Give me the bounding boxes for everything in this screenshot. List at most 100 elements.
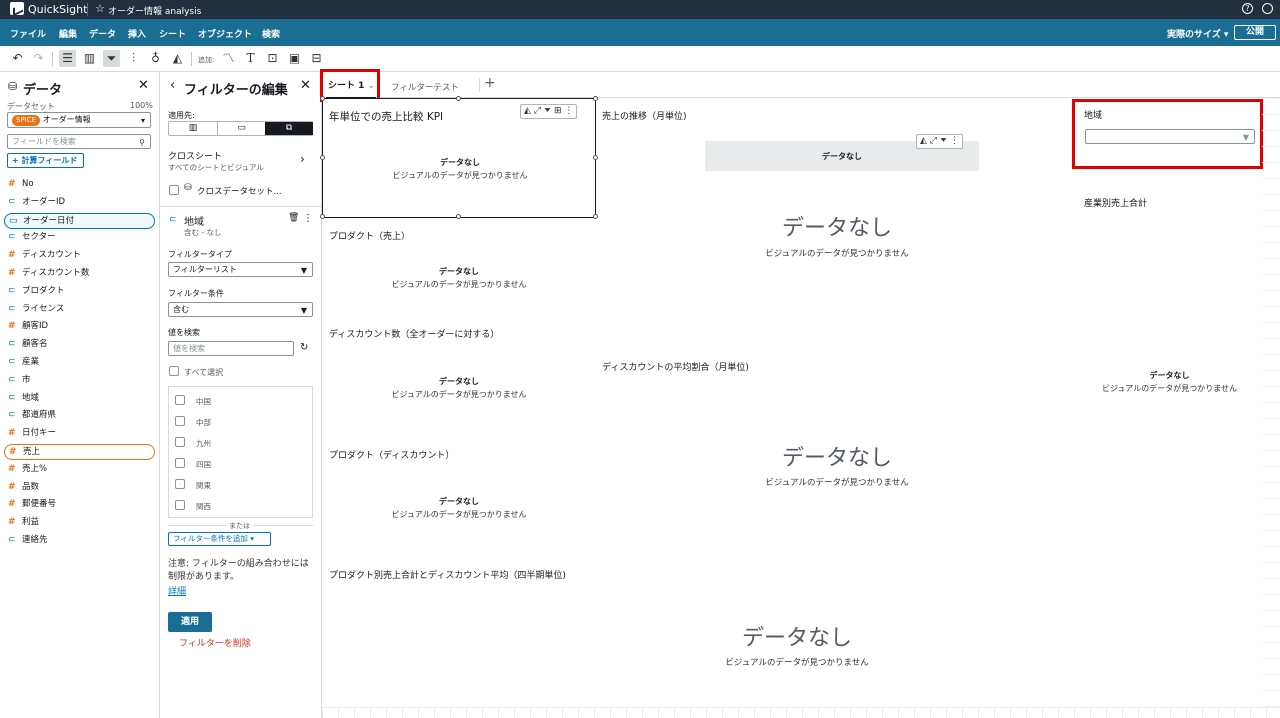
resize-handle[interactable]	[320, 214, 325, 219]
user-icon[interactable]	[1262, 3, 1273, 14]
field-item[interactable]: ⊂ ライセンス	[4, 302, 155, 317]
resize-handle[interactable]	[320, 155, 325, 160]
field-item[interactable]: # 顧客ID	[4, 319, 155, 334]
filter-type-select[interactable]: フィルターリスト ▼	[168, 262, 313, 277]
field-item[interactable]: # No	[4, 177, 155, 192]
condition-select[interactable]: 含む ▼	[168, 302, 313, 317]
field-item[interactable]: # 売上%	[4, 462, 155, 477]
cross-sheet-icon[interactable]: ⧉	[265, 122, 313, 135]
dataset-select[interactable]: SPICE オーダー情報 ▾	[7, 112, 151, 128]
add-visual-icon[interactable]: 〽	[220, 50, 237, 67]
apply-button[interactable]: 適用	[168, 612, 212, 632]
single-visual-icon[interactable]: ▥	[169, 122, 217, 135]
details-link[interactable]: 詳細	[168, 584, 186, 597]
value-checkbox[interactable]	[175, 395, 185, 405]
insights-icon[interactable]: ♁	[147, 50, 164, 67]
value-checkbox[interactable]	[175, 500, 185, 510]
field-item[interactable]: # 利益	[4, 515, 155, 530]
field-item[interactable]: ⊂ プロダクト	[4, 284, 155, 299]
field-item[interactable]: ⊂ 市	[4, 373, 155, 388]
field-item[interactable]: ⊂ 連絡先	[4, 533, 155, 548]
value-checkbox[interactable]	[175, 458, 185, 468]
field-item[interactable]: # 品数	[4, 480, 155, 495]
menu-search[interactable]: 検索	[262, 27, 280, 40]
value-checkbox[interactable]	[175, 479, 185, 489]
filter-value-item[interactable]: 中部	[175, 415, 305, 429]
more-options-icon[interactable]: ⋮	[950, 136, 959, 146]
add-text-icon[interactable]: T	[242, 50, 259, 67]
field-item[interactable]: # 売上	[4, 444, 155, 460]
more-options-icon[interactable]: ⋮	[564, 106, 573, 116]
size-dropdown[interactable]: 実際のサイズ ▾	[1167, 27, 1228, 40]
back-chevron-icon[interactable]: ‹	[170, 78, 175, 93]
calc-field-button[interactable]: + 計算フィールド	[7, 153, 84, 168]
help-icon[interactable]: ?	[1242, 3, 1253, 14]
resize-handle[interactable]	[456, 214, 461, 219]
delete-filter-button[interactable]: フィルターを削除	[179, 636, 251, 649]
add-insight-icon[interactable]: ⊡	[264, 50, 281, 67]
field-item[interactable]: ⊂ 産業	[4, 355, 155, 370]
search-values-input[interactable]: 値を検索	[168, 341, 294, 356]
parameters-icon[interactable]: ⫶	[125, 50, 142, 67]
filter-value-item[interactable]: 中国	[175, 394, 305, 408]
menu-data[interactable]: データ	[89, 27, 116, 40]
menu-edit[interactable]: 編集	[59, 27, 77, 40]
sheet-icon[interactable]: ▭	[217, 122, 265, 135]
trash-icon[interactable]: 🗑	[288, 213, 299, 223]
value-checkbox[interactable]	[175, 416, 185, 426]
add-condition-button[interactable]: フィルター条件を追加 ▾	[168, 532, 271, 546]
add-image-icon[interactable]: ▣	[286, 50, 303, 67]
add-control-icon[interactable]: ⊟	[308, 50, 325, 67]
filter-value-item[interactable]: 九州	[175, 436, 305, 450]
field-item[interactable]: # 郵便番号	[4, 497, 155, 512]
field-item[interactable]: ▭ オーダー日付	[4, 212, 155, 229]
filter-icon[interactable]: ⏷	[103, 50, 120, 67]
value-checkbox[interactable]	[175, 437, 185, 447]
expand-icon[interactable]: ⤢	[930, 136, 937, 146]
resize-handle[interactable]	[593, 155, 598, 160]
field-item[interactable]: ⊂ オーダーID	[4, 195, 155, 210]
menu-insert[interactable]: 挿入	[128, 27, 146, 40]
field-item[interactable]: ⊂ 都道府県	[4, 408, 155, 423]
themes-icon[interactable]: ◭	[169, 50, 186, 67]
field-item[interactable]: # 日付キー	[4, 426, 155, 441]
chart-type-icon[interactable]: ◭	[524, 106, 531, 116]
close-icon[interactable]: ✕	[138, 78, 149, 93]
chevron-right-icon[interactable]: ›	[300, 152, 305, 166]
cross-dataset-checkbox[interactable]	[169, 185, 179, 195]
chart-type-icon[interactable]: ◭	[920, 136, 927, 146]
filter-value-item[interactable]: 四国	[175, 457, 305, 471]
favorite-star-icon[interactable]: ☆	[95, 2, 105, 15]
filter-value-item[interactable]: 関西	[175, 499, 305, 513]
data-panel-icon[interactable]: ☰	[59, 50, 76, 67]
filter-icon[interactable]: ⏷	[940, 136, 947, 146]
field-item[interactable]: ⊂ 地域	[4, 391, 155, 406]
field-item[interactable]: # ディスカウント	[4, 248, 155, 263]
kpi-visual[interactable]: 年単位での売上比較 KPI ◭ ⤢ ⏷ ⊞ ⋮ データなし ビジュアルのデータが…	[322, 98, 596, 218]
resize-handle[interactable]	[593, 214, 598, 219]
resize-handle[interactable]	[320, 96, 325, 101]
visualize-icon[interactable]: ▥	[81, 50, 98, 67]
field-item[interactable]: ⊂ 顧客名	[4, 337, 155, 352]
undo-icon[interactable]: ↶	[9, 50, 26, 67]
resize-handle[interactable]	[593, 96, 598, 101]
layout-icon[interactable]: ⊞	[554, 106, 562, 116]
tab-filter-test[interactable]: フィルターテスト	[391, 81, 459, 93]
filter-value-item[interactable]: 関東	[175, 478, 305, 492]
select-all-checkbox[interactable]	[169, 366, 179, 376]
field-item[interactable]: ⊂ セクター	[4, 230, 155, 245]
more-options-icon[interactable]: ⋮	[303, 213, 313, 224]
publish-button[interactable]: 公開	[1234, 25, 1276, 40]
menu-object[interactable]: オブジェクト	[198, 27, 252, 40]
menu-sheet[interactable]: シート	[159, 27, 186, 40]
field-item[interactable]: # ディスカウント数	[4, 266, 155, 281]
redo-icon[interactable]: ↷	[30, 50, 47, 67]
refresh-icon[interactable]: ↻	[300, 342, 308, 353]
menu-file[interactable]: ファイル	[10, 27, 46, 40]
close-icon[interactable]: ✕	[300, 78, 311, 93]
expand-icon[interactable]: ⤢	[534, 106, 541, 116]
field-search-input[interactable]: フィールドを検索 ⚲	[7, 134, 151, 149]
resize-handle[interactable]	[456, 96, 461, 101]
filter-icon[interactable]: ⏷	[544, 106, 551, 116]
add-sheet-icon[interactable]: +	[484, 75, 496, 91]
